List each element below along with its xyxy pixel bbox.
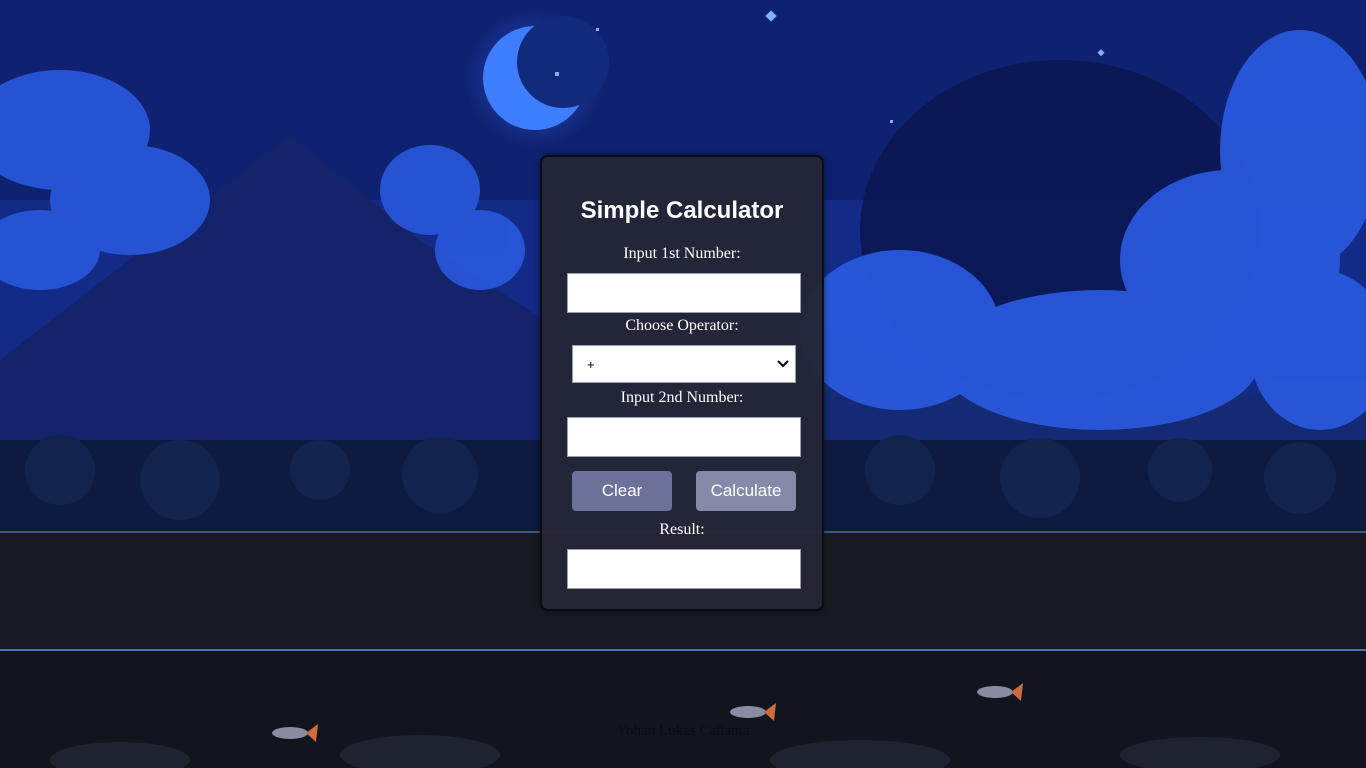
clear-button[interactable]: Clear bbox=[572, 471, 672, 511]
second-number-label: Input 2nd Number: bbox=[620, 389, 744, 406]
first-number-label: Input 1st Number: bbox=[623, 245, 741, 262]
second-number-input[interactable] bbox=[567, 417, 801, 457]
operator-select[interactable]: + bbox=[572, 345, 796, 383]
operator-label: Choose Operator: bbox=[625, 317, 739, 334]
calculator-card: Simple Calculator Input 1st Number: Choo… bbox=[540, 155, 824, 611]
calculate-button[interactable]: Calculate bbox=[696, 471, 796, 511]
calculator-title: Simple Calculator bbox=[580, 197, 784, 224]
chevron-down-icon bbox=[777, 360, 789, 368]
operator-selected-value: + bbox=[587, 356, 595, 372]
first-number-input[interactable] bbox=[567, 273, 801, 313]
author-credit: Yohan Lukas Callanta bbox=[616, 723, 750, 739]
result-label: Result: bbox=[659, 521, 705, 538]
result-field bbox=[567, 549, 801, 589]
